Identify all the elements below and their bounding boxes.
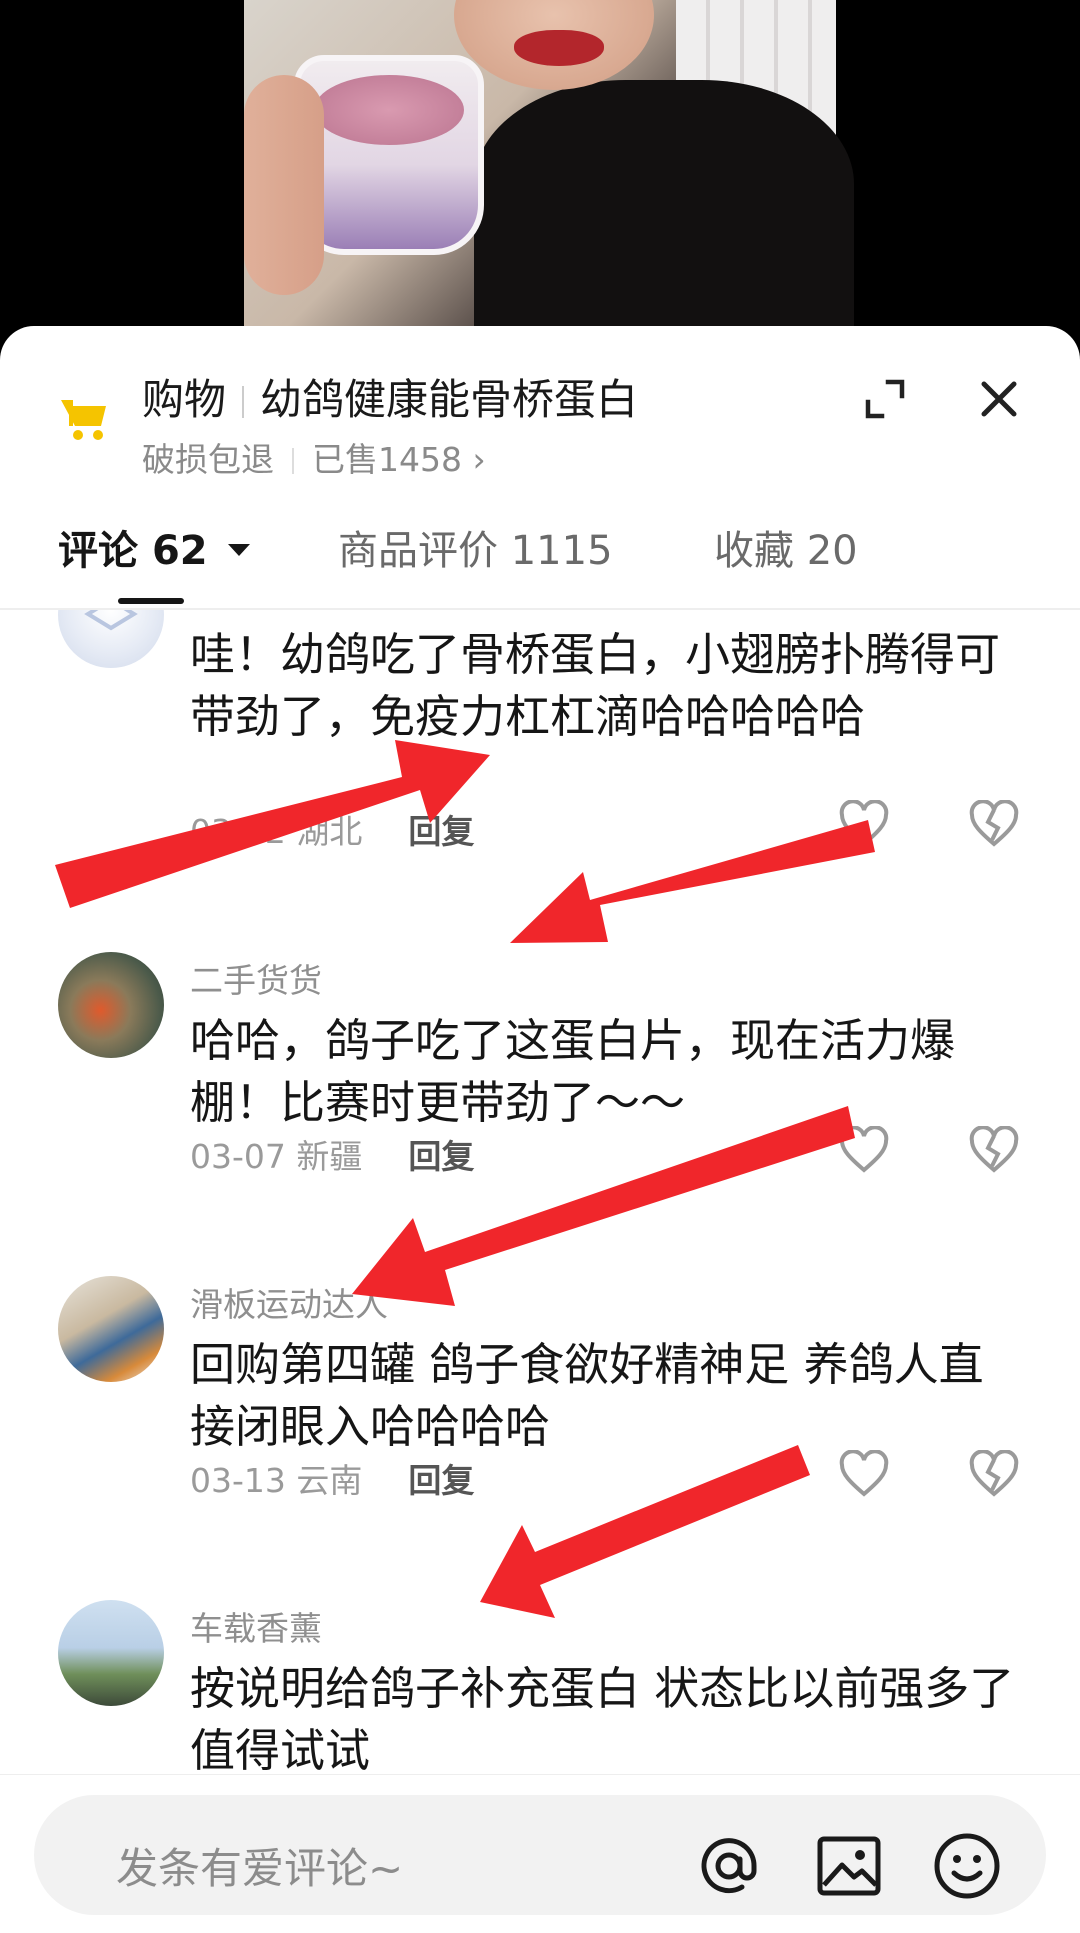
heart-icon[interactable] [838,1126,890,1174]
comment-text: 哇！幼鸽吃了骨桥蛋白，小翅膀扑腾得可带劲了，免疫力杠杠滴哈哈哈哈哈 [190,628,1001,743]
tab-label: 收藏 [714,528,794,574]
avatar-logo-icon [84,610,138,631]
at-mention-icon[interactable] [694,1831,764,1901]
comment-meta: 03-07 新疆 回复 [190,1130,474,1178]
tab-count: 20 [806,528,858,574]
divider [242,386,245,418]
comment-sheet: 购物 幼鸽健康能骨桥蛋白 破损包退 已售1458 › 评论 62 商品评价 1115… [0,326,1080,1933]
broken-heart-icon[interactable] [968,800,1020,848]
comment-date: 03-07 [190,1137,286,1176]
comment-input-bar: 发条有爱评论~ [0,1774,1080,1933]
comment-text: 哈哈，鸽子吃了这蛋白片，现在活力爆棚！比赛时更带劲了～～ [190,1014,956,1129]
comment-meta: 03-12 湖北 回复 [190,805,474,853]
broken-heart-icon[interactable] [968,1450,1020,1498]
chevron-right-icon: › [472,440,486,479]
comment-region: 新疆 [296,1137,363,1176]
comment-region: 云南 [296,1461,363,1500]
comment-region: 湖北 [296,812,363,851]
avatar[interactable] [58,1276,164,1382]
tab-count: 1115 [510,528,613,574]
avatar[interactable] [58,1600,164,1706]
heart-icon[interactable] [838,1450,890,1498]
video-player[interactable] [0,0,1080,330]
reply-button[interactable]: 回复 [408,1461,474,1500]
comment-list[interactable]: 哇！幼鸽吃了骨桥蛋白，小翅膀扑腾得可带劲了，免疫力杠杠滴哈哈哈哈哈 03-12 … [0,610,1080,1790]
image-icon[interactable] [814,1831,884,1901]
comment-username[interactable]: 滑板运动达人 [190,1278,388,1326]
comment-input-placeholder: 发条有爱评论~ [116,1844,404,1893]
comment-date: 03-13 [190,1461,286,1500]
comment-text: 回购第四罐 鸽子食欲好精神足 养鸽人直接闭眼入哈哈哈哈 [190,1338,984,1453]
comment-input[interactable]: 发条有爱评论~ [34,1795,1046,1915]
product-title-line[interactable]: 购物 幼鸽健康能骨桥蛋白 [142,366,638,427]
comment-text: 按说明给鸽子补充蛋白 状态比以前强多了 值得试试 [190,1662,1015,1777]
tab-bar: 评论 62 商品评价 1115 收藏 20 [0,486,1080,610]
jar-tablets [314,75,464,145]
product-name: 幼鸽健康能骨桥蛋白 [260,375,639,424]
video-frame [244,0,854,330]
product-header[interactable]: 购物 幼鸽健康能骨桥蛋白 破损包退 已售1458 › [0,326,1080,486]
avatar[interactable] [58,610,164,668]
comment-meta: 03-13 云南 回复 [190,1454,474,1502]
product-tag: 破损包退 [142,440,274,479]
reply-button[interactable]: 回复 [408,812,474,851]
product-sold: 已售1458 [312,440,462,479]
emoji-icon[interactable] [932,1831,1002,1901]
expand-icon[interactable] [862,376,908,422]
shopping-cart-icon [61,400,106,440]
product-category: 购物 [142,375,227,424]
comment-date: 03-12 [190,812,286,851]
presenter-shirt [474,80,854,330]
product-subtitle[interactable]: 破损包退 已售1458 › [142,433,486,481]
tab-comments[interactable]: 评论 62 [58,518,252,576]
tab-indicator [118,598,184,604]
tab-favorites[interactable]: 收藏 20 [714,518,858,576]
reply-button[interactable]: 回复 [408,1137,474,1176]
tab-label: 评论 [58,528,138,574]
heart-icon[interactable] [838,800,890,848]
comment-username[interactable]: 车载香薰 [190,1602,322,1650]
comment-username[interactable]: 二手货货 [190,954,322,1002]
avatar[interactable] [58,952,164,1058]
tab-label: 商品评价 [338,528,498,574]
tab-product-reviews[interactable]: 商品评价 1115 [338,518,613,576]
close-icon[interactable] [974,374,1024,424]
caret-down-icon [227,544,250,556]
presenter-lips [514,30,604,66]
broken-heart-icon[interactable] [968,1126,1020,1174]
divider [292,448,294,474]
presenter-hand [244,75,324,295]
tab-count: 62 [151,528,208,574]
